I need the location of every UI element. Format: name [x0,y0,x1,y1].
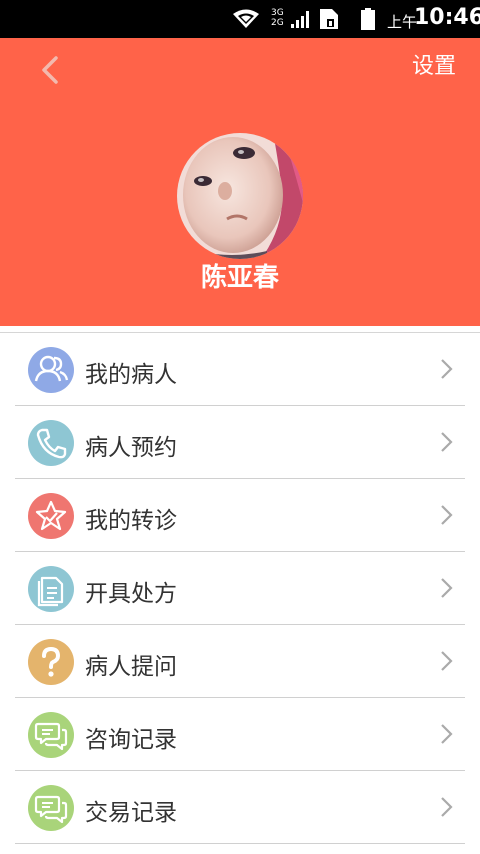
chevron-right-icon [441,432,453,452]
chevron-right-icon [441,724,453,744]
menu-item-label: 咨询记录 [85,727,177,753]
menu-item-label: 我的转诊 [85,508,177,534]
chat-icon [28,712,74,758]
menu-item-label: 病人提问 [85,654,177,680]
menu-item-transaction-records[interactable]: 交易记录 [15,771,465,844]
sd-card-icon [320,9,338,29]
status-ampm: 上午 [387,13,418,31]
settings-button[interactable]: 设置 [412,48,456,80]
avatar[interactable] [177,133,303,259]
menu-item-label: 病人预约 [85,435,177,461]
document-icon [28,566,74,612]
avatar-photo [177,133,303,259]
chevron-left-icon [42,56,58,84]
phone-icon [28,420,74,466]
menu-item-appointments[interactable]: 病人预约 [15,406,465,479]
menu-item-consultation-records[interactable]: 咨询记录 [15,698,465,771]
menu-item-referrals[interactable]: 我的转诊 [15,479,465,552]
signal-icon [291,11,309,28]
menu-item-label: 我的病人 [85,362,177,388]
network-label-3g: 3G [271,8,284,18]
chevron-right-icon [441,505,453,525]
chevron-right-icon [441,797,453,817]
network-label-2g: 2G [271,18,284,28]
status-bar: 3G 2G 上午 10:46 [0,0,480,38]
menu-item-patient-questions[interactable]: 病人提问 [15,625,465,698]
back-button[interactable] [30,46,70,90]
network-type: 3G 2G [271,8,284,28]
chevron-right-icon [441,651,453,671]
question-icon [28,639,74,685]
menu-item-prescriptions[interactable]: 开具处方 [15,552,465,625]
status-time: 10:46 [414,5,480,30]
chevron-right-icon [441,578,453,598]
chat-icon [28,785,74,831]
chevron-right-icon [441,359,453,379]
menu-item-label: 交易记录 [85,800,177,826]
menu-item-my-patients[interactable]: 我的病人 [15,333,465,406]
username: 陈亚春 [200,263,279,293]
star-check-icon [28,493,74,539]
profile-header: 设置 陈亚春 [0,38,480,326]
menu-item-label: 开具处方 [85,581,177,607]
wifi-icon [233,9,259,28]
patients-icon [28,347,74,393]
menu-list: 我的病人 病人预约 我的转诊 开具处方 病人提问 咨询记录 交易记录 [15,333,465,844]
battery-icon [361,8,375,30]
